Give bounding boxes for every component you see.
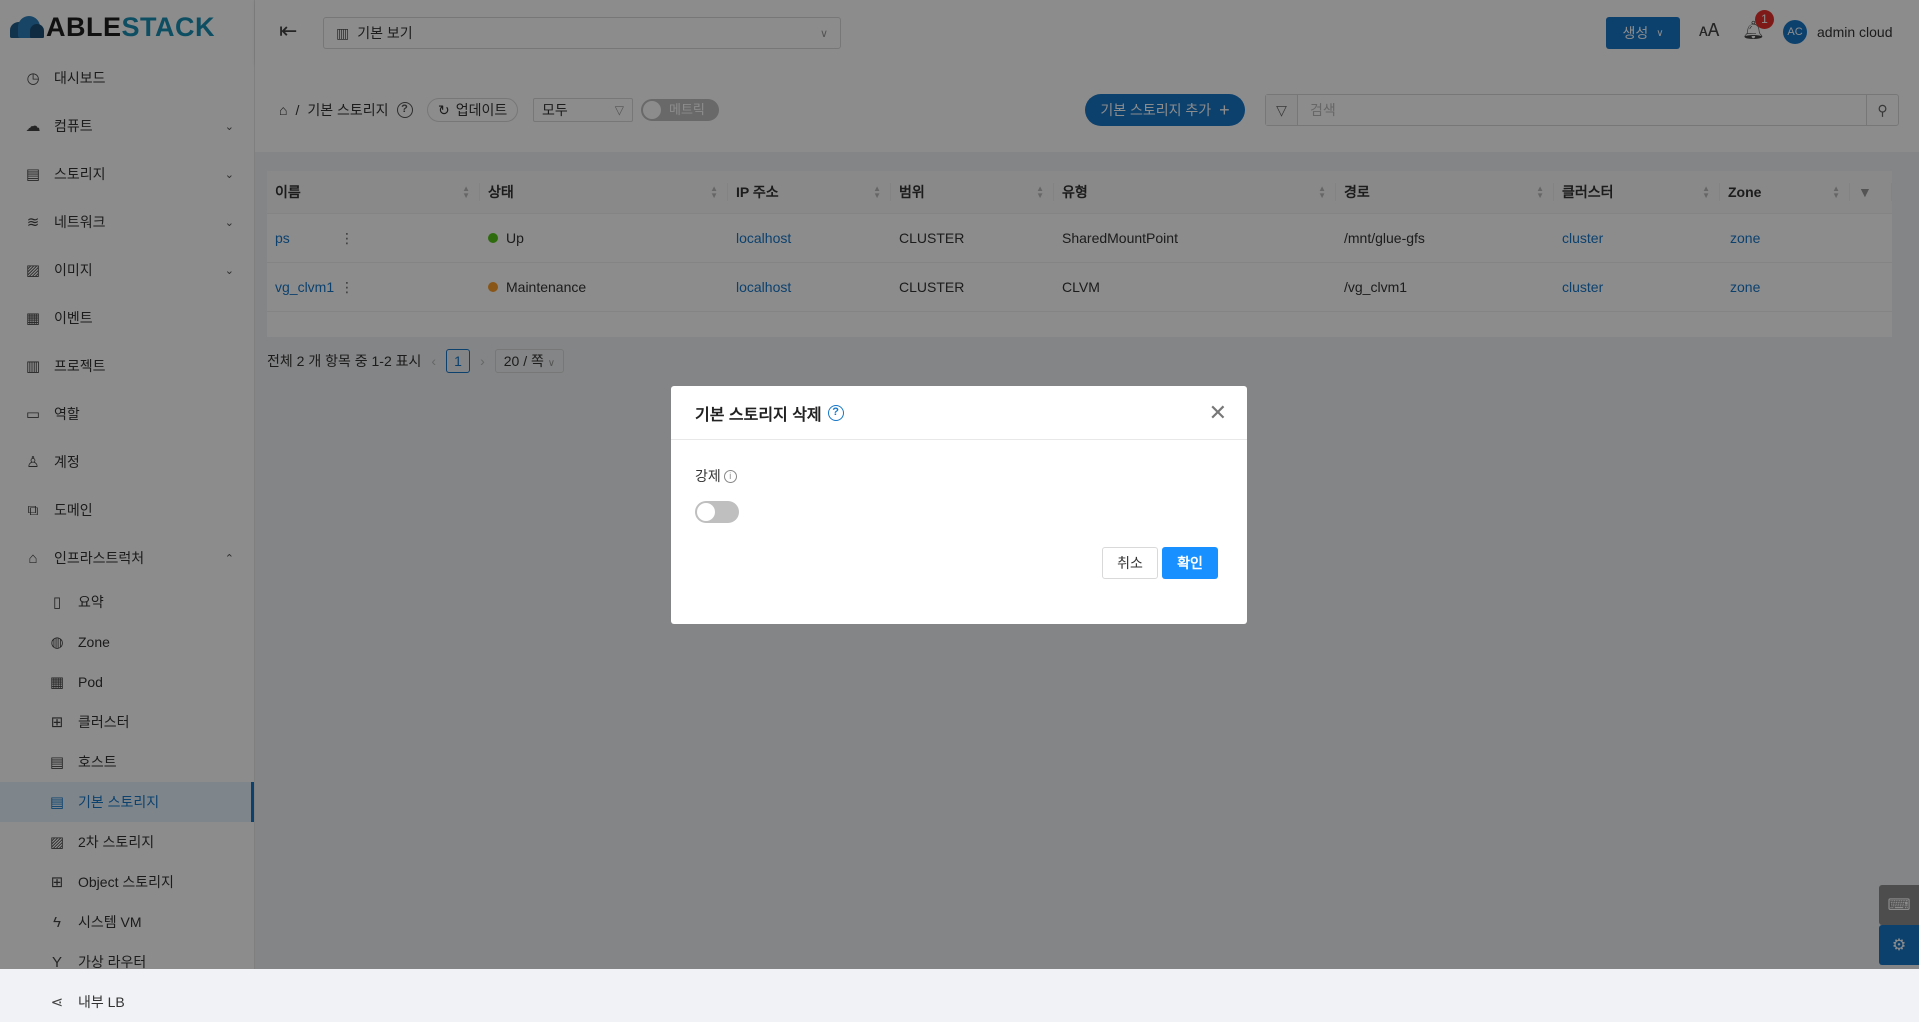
force-toggle[interactable] bbox=[695, 501, 739, 523]
force-label: 강제 bbox=[695, 468, 721, 484]
sidebar-item-label: 내부 LB bbox=[78, 994, 125, 1010]
menu-icon: ⋖ bbox=[50, 994, 64, 1011]
close-icon[interactable]: ✕ bbox=[1209, 400, 1227, 426]
delete-primary-storage-dialog: 기본 스토리지 삭제? ✕ 강제 i 취소 확인 bbox=[671, 386, 1247, 624]
modal-title: 기본 스토리지 삭제 bbox=[695, 406, 822, 424]
info-icon[interactable]: i bbox=[723, 469, 737, 483]
help-icon[interactable]: ? bbox=[827, 404, 844, 421]
sidebar-subitem-10[interactable]: ⋖ 내부 LB bbox=[0, 982, 254, 1022]
confirm-button[interactable]: 확인 bbox=[1162, 547, 1218, 579]
cancel-button[interactable]: 취소 bbox=[1102, 547, 1158, 579]
